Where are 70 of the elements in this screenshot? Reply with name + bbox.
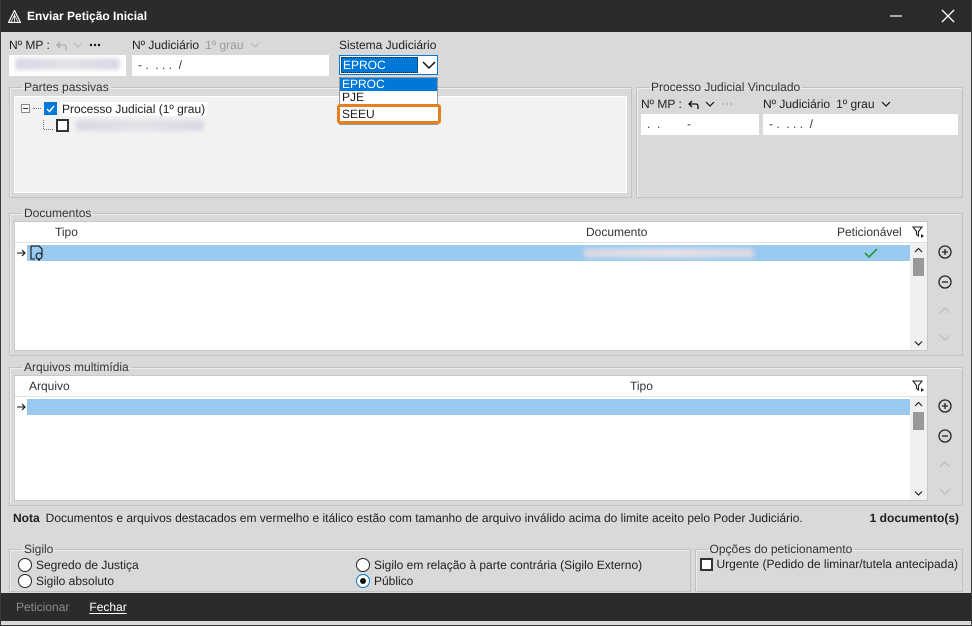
check-icon xyxy=(46,104,55,112)
scroll-up-icon[interactable] xyxy=(914,400,923,408)
add-icon[interactable] xyxy=(938,245,952,259)
group-title: Partes passivas xyxy=(24,80,109,94)
input-field[interactable]: . . - xyxy=(641,114,759,135)
footer-button[interactable]: Fechar xyxy=(88,598,128,616)
group-title: Arquivos multimídia xyxy=(24,360,129,374)
field-label: Nº Judiciário xyxy=(763,97,830,111)
group-title: Opções do peticionamento xyxy=(710,542,852,556)
filter-icon[interactable] xyxy=(912,380,925,392)
grade-dropdown[interactable]: 1º grau xyxy=(836,97,874,111)
radio-label[interactable]: Sigilo absoluto xyxy=(36,574,114,588)
scrollbar[interactable] xyxy=(910,397,927,500)
app-logo-icon xyxy=(8,10,21,22)
checkbox-label[interactable]: Urgente (Pedido de liminar/tutela antecipada) xyxy=(716,557,958,571)
remove-icon[interactable] xyxy=(938,429,952,443)
scroll-up-icon[interactable] xyxy=(914,246,923,254)
radio-label[interactable]: Público xyxy=(374,574,414,588)
column-header[interactable]: Documento xyxy=(586,225,837,239)
dropdown[interactable]: EPROC xyxy=(339,55,438,75)
close-icon xyxy=(941,9,955,23)
column-header[interactable]: Tipo xyxy=(55,225,586,239)
input-field[interactable]: - . . . . / xyxy=(763,114,958,135)
tree-label[interactable]: Processo Judicial (1º grau) xyxy=(60,102,208,116)
dropdown-option[interactable]: EPROC xyxy=(340,78,437,91)
checkbox[interactable] xyxy=(56,119,69,132)
group-title: Documentos xyxy=(24,206,92,220)
scroll-down-icon[interactable] xyxy=(914,339,923,347)
row-pointer-icon xyxy=(16,403,26,411)
dropdown-value: EPROC xyxy=(341,57,418,73)
field-label: Nº MP : xyxy=(641,97,682,111)
tree-connector-icon xyxy=(43,120,53,132)
field-label: Nº Judiciário xyxy=(132,38,200,52)
group-title: Processo Judicial Vinculado xyxy=(651,80,800,94)
radio-button[interactable] xyxy=(18,558,32,572)
checkbox[interactable] xyxy=(700,558,713,570)
column-header[interactable]: Peticionável xyxy=(837,225,902,239)
filter-icon[interactable] xyxy=(912,226,925,238)
input-field[interactable] xyxy=(9,55,126,76)
dropdown-option[interactable]: PJE xyxy=(340,91,437,104)
add-icon[interactable] xyxy=(938,399,952,413)
certificate-icon xyxy=(29,245,45,261)
undo-icon[interactable] xyxy=(688,98,699,110)
radio-button[interactable] xyxy=(356,574,370,588)
radio-button[interactable] xyxy=(356,558,370,572)
radio-button[interactable] xyxy=(18,574,32,588)
checkbox[interactable] xyxy=(44,102,57,115)
window-title: Enviar Petição Inicial xyxy=(27,9,148,23)
field-label: Sistema Judiciário xyxy=(339,38,438,52)
row-pointer-icon xyxy=(16,249,26,257)
chevron-down-icon[interactable] xyxy=(704,100,715,108)
field-label: Nº MP : xyxy=(9,38,50,52)
scrollbar-thumb[interactable] xyxy=(913,258,924,276)
note-label: Nota xyxy=(13,511,40,525)
remove-icon[interactable] xyxy=(938,275,952,289)
more-icon[interactable] xyxy=(88,42,101,48)
note-text: Documentos e arquivos destacados em vermelho e itálico estão com tamanho de arquivo inválido acima do limite aceito pelo Poder Judiciário. xyxy=(46,511,803,525)
scrollbar[interactable] xyxy=(910,243,927,350)
group-title: Sigilo xyxy=(24,542,54,556)
radio-label[interactable]: Segredo de Justiça xyxy=(36,558,139,572)
radio-label[interactable]: Sigilo em relação à parte contrária (Sigilo Externo) xyxy=(374,558,642,572)
collapse-icon[interactable] xyxy=(21,104,30,113)
column-header[interactable]: Tipo xyxy=(630,379,653,393)
scroll-down-icon[interactable] xyxy=(914,489,923,497)
dropdown-option[interactable]: SEEU xyxy=(337,104,441,124)
document-count: 1 documento(s) xyxy=(870,511,959,525)
chevron-down-icon xyxy=(422,60,436,70)
chevron-down-icon[interactable] xyxy=(880,100,890,108)
column-header[interactable]: Arquivo xyxy=(29,379,630,393)
scrollbar-thumb[interactable] xyxy=(913,412,924,430)
